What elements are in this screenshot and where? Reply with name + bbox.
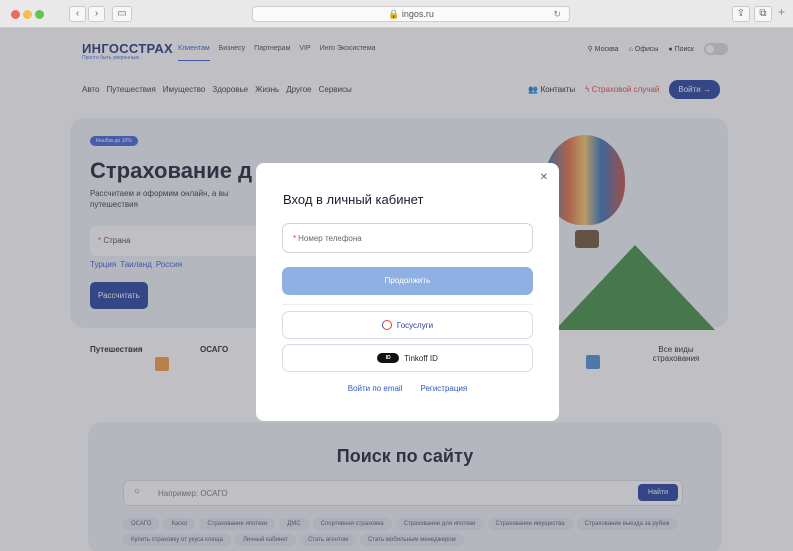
divider bbox=[282, 304, 533, 305]
browser-toolbar: ‹ › ▭ 🔒 ingos.ru ↻ ⇪ ⧉ + bbox=[0, 0, 793, 28]
continue-button[interactable]: Продолжить bbox=[282, 267, 533, 295]
forward-icon[interactable]: › bbox=[88, 6, 105, 22]
share-icon[interactable]: ⇪ bbox=[732, 6, 750, 22]
zoom-window-button[interactable] bbox=[35, 10, 44, 19]
url-text: ingos.ru bbox=[401, 9, 434, 19]
reload-icon[interactable]: ↻ bbox=[553, 7, 561, 21]
back-icon[interactable]: ‹ bbox=[69, 6, 86, 22]
close-window-button[interactable] bbox=[11, 10, 20, 19]
register-link[interactable]: Регистрация bbox=[420, 384, 467, 393]
modal-title: Вход в личный кабинет bbox=[283, 192, 424, 207]
phone-input[interactable]: * Номер телефона bbox=[282, 223, 533, 253]
login-modal: ✕ Вход в личный кабинет * Номер телефона … bbox=[256, 163, 559, 421]
modal-links: Войти по email Регистрация bbox=[256, 384, 559, 393]
gosuslugi-icon bbox=[381, 320, 392, 330]
sidebar-icon[interactable]: ▭ bbox=[112, 6, 132, 22]
tinkoff-id-button[interactable]: ID Tinkoff ID bbox=[282, 344, 533, 372]
tabs-icon[interactable]: ⧉ bbox=[754, 6, 772, 22]
email-login-link[interactable]: Войти по email bbox=[348, 384, 403, 393]
gosuslugi-button[interactable]: Госуслуги bbox=[282, 311, 533, 339]
lock-icon: 🔒 bbox=[388, 9, 400, 19]
new-tab-icon[interactable]: + bbox=[778, 5, 785, 19]
address-bar[interactable]: 🔒 ingos.ru ↻ bbox=[252, 6, 570, 22]
close-icon[interactable]: ✕ bbox=[540, 172, 548, 183]
tinkoff-id-icon: ID bbox=[377, 353, 400, 363]
minimize-window-button[interactable] bbox=[23, 10, 32, 19]
